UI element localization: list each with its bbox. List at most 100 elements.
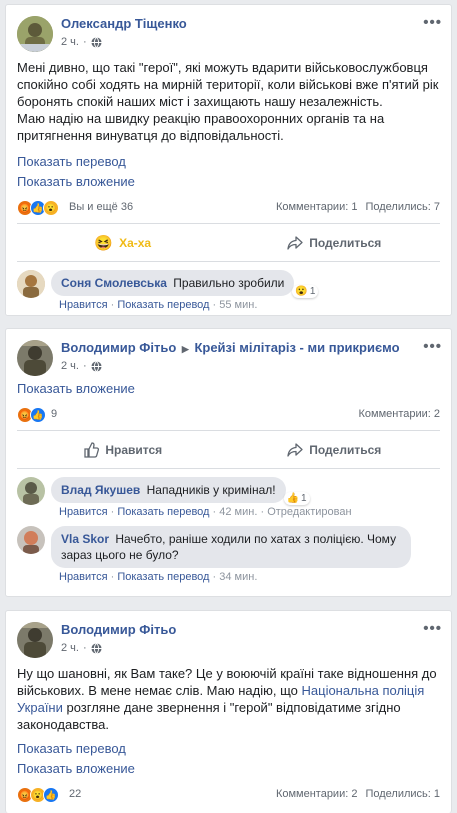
like-label: Нравится <box>105 442 163 457</box>
shares-count[interactable]: Поделились: 7 <box>365 201 440 213</box>
reaction-icons[interactable]: 😡 😮 👍 <box>17 787 59 803</box>
wow-emoji-icon: 😮 <box>295 286 308 297</box>
shares-count[interactable]: Поделились: 1 <box>365 788 440 800</box>
reactions-count[interactable]: 22 <box>69 788 81 800</box>
comment-translate-link[interactable]: Показать перевод <box>117 299 209 311</box>
share-label: Поделиться <box>309 442 382 457</box>
comments-count[interactable]: Комментарии: 1 <box>276 201 358 213</box>
comment-reactions[interactable]: 😮 1 <box>292 285 319 298</box>
reactions-summary: 😡 😮 👍 22 Комментарии: 2 Поделились: 1 <box>17 779 440 811</box>
post-header: Олександр Тіщенко 2 ч. · ••• <box>6 5 451 52</box>
see-translation-link[interactable]: Показать перевод <box>6 739 451 759</box>
post-text-line: Мені дивно, що такі "герої", які можуть … <box>17 60 428 75</box>
post-text: Ну що шановні, як Вам таке? Це у воюючій… <box>6 657 451 733</box>
triangle-right-icon: ▶ <box>181 344 189 354</box>
post-time[interactable]: 2 ч. <box>61 360 79 372</box>
share-label: Поделиться <box>309 235 382 250</box>
thumbs-up-icon: 👍 <box>30 407 46 423</box>
post-meta: 2 ч. · <box>61 36 102 48</box>
avatar[interactable] <box>17 16 53 52</box>
comment-avatar[interactable] <box>17 270 45 298</box>
action-bar: Нравится Поделиться <box>17 431 440 469</box>
comments-count[interactable]: Комментарии: 2 <box>276 788 358 800</box>
post-author[interactable]: Володимир Фітьо <box>61 622 176 637</box>
engagement-counts: Комментарии: 2 Поделились: 1 <box>276 788 440 800</box>
post-text-line: Маю надію на швидку реакцію правоохоронн… <box>17 111 385 126</box>
post-text: Мені дивно, що такі "герої", які можуть … <box>6 51 451 144</box>
avatar-photo-icon <box>17 16 53 52</box>
comment-author[interactable]: Влад Якушев <box>61 483 140 497</box>
comment-author[interactable]: Соня Смолевська <box>61 276 167 290</box>
comment-avatar[interactable] <box>17 526 45 554</box>
more-dots-icon[interactable]: ••• <box>423 620 442 637</box>
comment-actions: Нравится · Показать перевод · 55 мин. <box>59 299 258 311</box>
thumbs-up-icon: 👍 <box>286 493 300 504</box>
post-text-line: притягнення винуватця до відповідальност… <box>17 128 284 143</box>
share-button[interactable]: Поделиться <box>229 431 441 468</box>
post-group[interactable]: Крейзі мілітаріз - ми прикриємо <box>194 340 399 355</box>
reactions-summary: 😡 👍 9 Комментарии: 2 <box>17 399 440 431</box>
comment-react-count: 1 <box>309 286 316 297</box>
like-button[interactable]: Нравится <box>17 431 229 468</box>
reactions-count[interactable]: 9 <box>51 408 57 420</box>
engagement-counts: Комментарии: 2 <box>358 408 440 420</box>
reaction-icons[interactable]: 😡 👍 😮 <box>17 200 59 216</box>
thumbs-up-icon: 👍 <box>43 787 59 803</box>
post-text-line: спокійно собі ходять на мирній території… <box>17 77 439 92</box>
comment: Vla Skor Начебто, раніше ходили по хатах… <box>17 526 440 583</box>
post-card: Олександр Тіщенко 2 ч. · ••• Мені дивно,… <box>5 4 452 316</box>
post-time[interactable]: 2 ч. <box>61 642 79 654</box>
engagement-counts: Комментарии: 1 Поделились: 7 <box>276 201 440 213</box>
avatar[interactable] <box>17 622 53 658</box>
post-author[interactable]: Олександр Тіщенко <box>61 16 187 31</box>
comment-bubble: Vla Skor Начебто, раніше ходили по хатах… <box>51 526 411 568</box>
avatar[interactable] <box>17 340 53 376</box>
comment-text: Правильно зробили <box>173 276 285 290</box>
haha-reaction-button[interactable]: 😆 Ха-ха <box>17 224 229 261</box>
comments-section: Соня Смолевська Правильно зробили 😮 1 Нр… <box>6 262 451 315</box>
comment-actions: Нравится · Показать перевод · 42 мин. · … <box>59 506 352 518</box>
comment-time[interactable]: 55 мин. <box>219 299 257 311</box>
comment-react-count: 1 <box>301 493 307 504</box>
more-dots-icon[interactable]: ••• <box>423 338 442 355</box>
post-header: Володимир Фітьо ▶ Крейзі мілітаріз - ми … <box>6 329 451 376</box>
comment-like-link[interactable]: Нравится <box>59 571 108 583</box>
comment-bubble-wrap: Соня Смолевська Правильно зробили 😮 1 <box>51 270 319 298</box>
more-dots-icon[interactable]: ••• <box>423 14 442 31</box>
comment-translate-link[interactable]: Показать перевод <box>117 506 209 518</box>
comment-bubble: Соня Смолевська Правильно зробили <box>51 270 295 296</box>
comment-time[interactable]: 42 мин. <box>219 506 257 518</box>
see-translation-link[interactable]: Показать перевод <box>6 152 451 172</box>
comment-like-link[interactable]: Нравится <box>59 299 108 311</box>
reactions-count[interactable]: Вы и ещё 36 <box>69 201 133 213</box>
action-bar: 😆 Ха-ха Поделиться <box>17 224 440 262</box>
avatar-photo-icon <box>17 270 45 298</box>
comment-reactions[interactable]: 👍 1 <box>283 492 310 505</box>
comment-avatar[interactable] <box>17 477 45 505</box>
comment-bubble-wrap: Vla Skor Начебто, раніше ходили по хатах… <box>51 526 411 568</box>
post-header: Володимир Фітьо 2 ч. · ••• <box>6 611 451 658</box>
comment-bubble: Влад Якушев Нападників у кримінал! <box>51 477 286 503</box>
avatar-photo-icon <box>17 340 53 376</box>
see-attachment-link[interactable]: Показать вложение <box>6 759 451 779</box>
post-meta: 2 ч. · <box>61 642 102 654</box>
comment-text: Нападників у кримінал! <box>146 483 276 497</box>
post-author[interactable]: Володимир Фітьо <box>61 340 176 355</box>
comment-bubble-wrap: Влад Якушев Нападників у кримінал! 👍 1 <box>51 477 310 505</box>
reactions-summary: 😡 👍 😮 Вы и ещё 36 Комментарии: 1 Поделил… <box>17 192 440 224</box>
see-attachment-link[interactable]: Показать вложение <box>6 172 451 192</box>
globe-icon <box>91 361 102 372</box>
haha-label: Ха-ха <box>119 235 152 250</box>
comment-like-link[interactable]: Нравится <box>59 506 108 518</box>
share-button[interactable]: Поделиться <box>229 224 441 261</box>
globe-icon <box>91 37 102 48</box>
comments-count[interactable]: Комментарии: 2 <box>358 408 440 420</box>
comment-time[interactable]: 34 мин. <box>219 571 257 583</box>
post-card: Володимир Фітьо 2 ч. · ••• Ну що шановні… <box>5 610 452 813</box>
avatar-photo-icon <box>17 526 45 554</box>
reaction-icons[interactable]: 😡 👍 <box>17 407 46 423</box>
comment-translate-link[interactable]: Показать перевод <box>117 571 209 583</box>
comment-author[interactable]: Vla Skor <box>61 532 109 546</box>
post-time[interactable]: 2 ч. <box>61 36 79 48</box>
see-attachment-link[interactable]: Показать вложение <box>6 379 451 399</box>
